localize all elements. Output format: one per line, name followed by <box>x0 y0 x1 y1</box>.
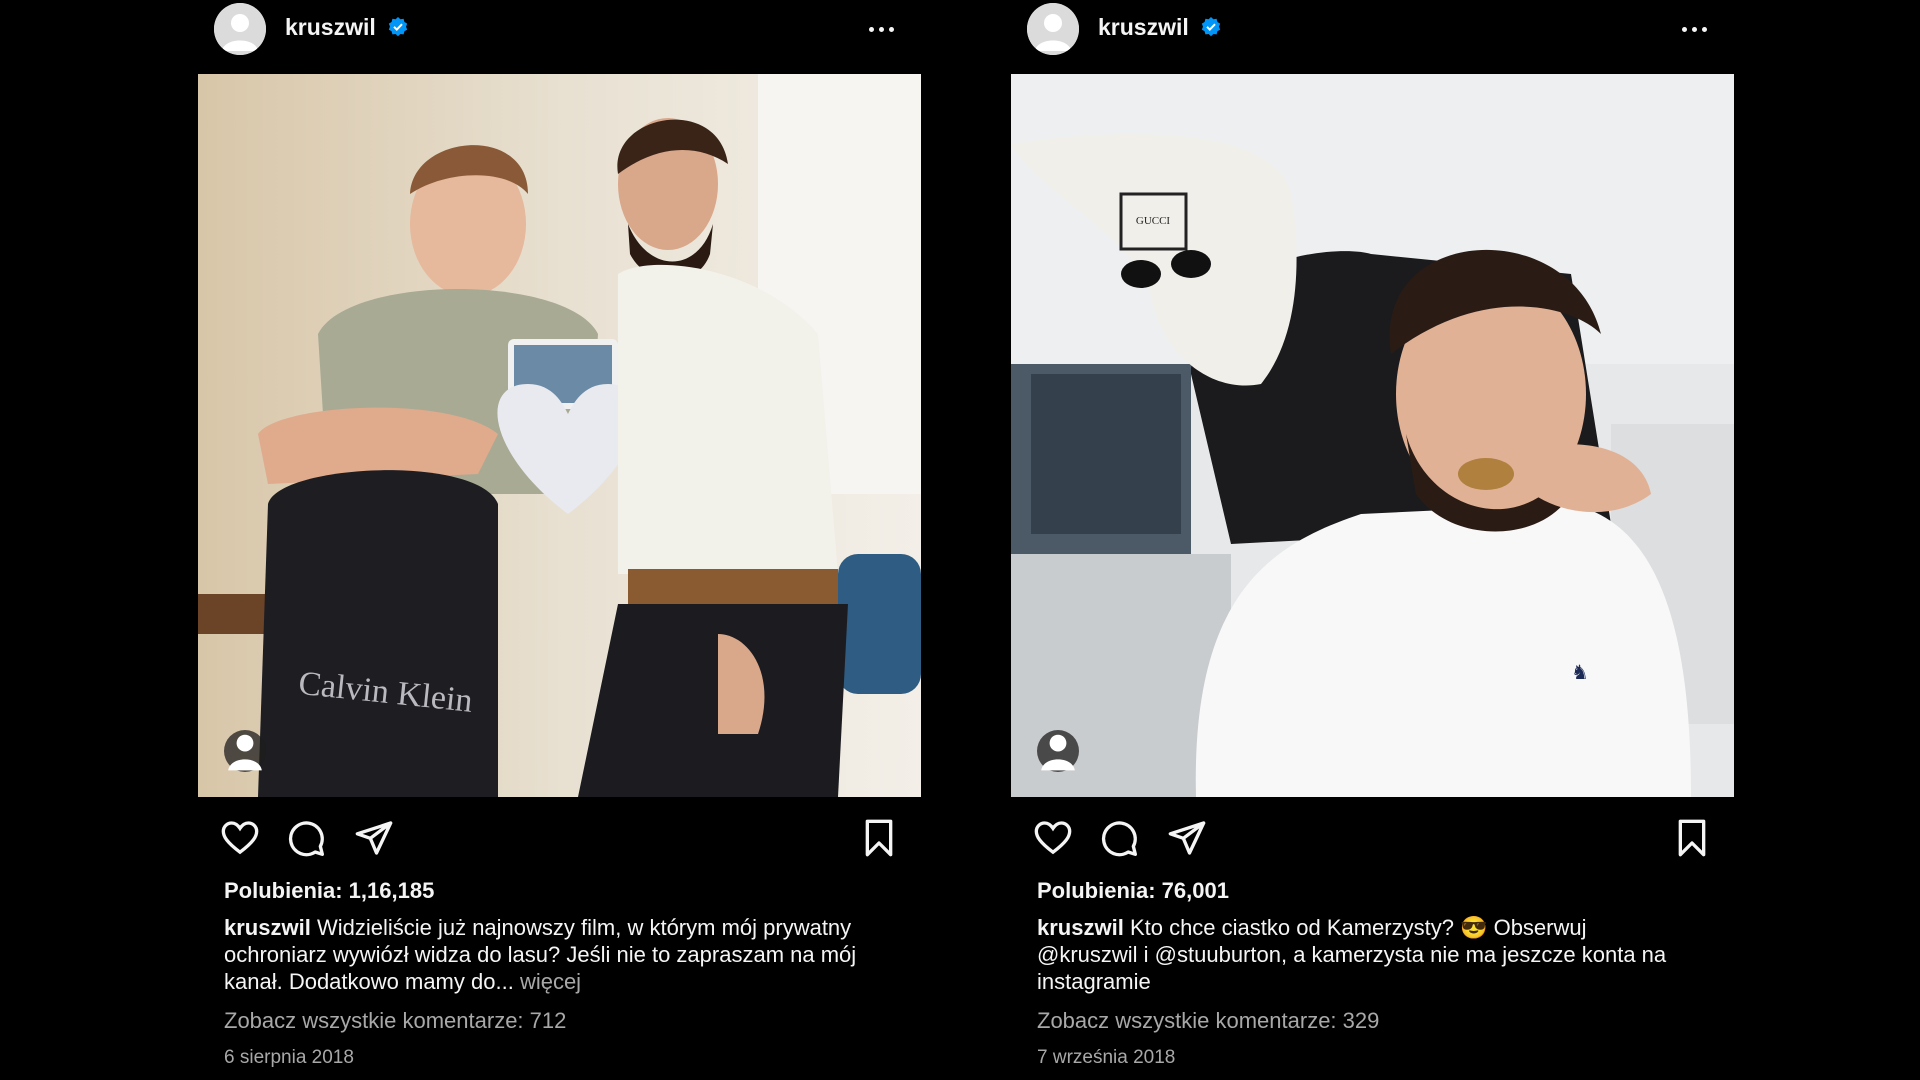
paper-plane-icon[interactable] <box>352 816 396 860</box>
likes-count[interactable]: Polubienia: 1,16,185 <box>224 878 434 904</box>
post-photo[interactable]: GUCCI ♞ <box>1011 74 1734 797</box>
person-tag-icon[interactable] <box>224 730 266 772</box>
instagram-post: kruszwil GUCCI ♞ Polubienia: 76,001 krus… <box>1011 0 1734 1080</box>
heart-icon[interactable] <box>1031 816 1075 860</box>
post-username[interactable]: kruszwil <box>285 14 408 41</box>
likes-count[interactable]: Polubienia: 76,001 <box>1037 878 1229 904</box>
more-options-icon[interactable] <box>861 14 901 44</box>
verified-badge-icon <box>1201 17 1221 37</box>
bookmark-icon[interactable] <box>857 816 901 860</box>
post-caption: kruszwil Kto chce ciastko od Kamerzysty?… <box>1037 914 1677 995</box>
post-date: 7 września 2018 <box>1037 1047 1176 1068</box>
comment-bubble-icon[interactable] <box>1097 816 1141 860</box>
more-options-icon[interactable] <box>1674 14 1714 44</box>
caption-username[interactable]: kruszwil <box>224 915 311 940</box>
post-caption: kruszwil Widzieliście już najnowszy film… <box>224 914 864 995</box>
view-comments-link[interactable]: Zobacz wszystkie komentarze: 329 <box>1037 1008 1379 1034</box>
verified-badge-icon <box>388 17 408 37</box>
post-actions <box>1011 812 1734 864</box>
post-header: kruszwil <box>1011 0 1734 60</box>
caption-text: Kto chce ciastko od Kamerzysty? 😎 Obserw… <box>1037 915 1667 994</box>
bookmark-icon[interactable] <box>1670 816 1714 860</box>
caption-more-link[interactable]: więcej <box>520 969 581 994</box>
post-username[interactable]: kruszwil <box>1098 14 1221 41</box>
person-tag-icon[interactable] <box>1037 730 1079 772</box>
view-comments-link[interactable]: Zobacz wszystkie komentarze: 712 <box>224 1008 566 1034</box>
svg-text:♞: ♞ <box>1571 662 1589 684</box>
post-actions <box>198 812 921 864</box>
paper-plane-icon[interactable] <box>1165 816 1209 860</box>
caption-username[interactable]: kruszwil <box>1037 915 1124 940</box>
heart-icon[interactable] <box>218 816 262 860</box>
instagram-post: kruszwil Calvin Klein Polubienia: 1,16,1… <box>198 0 921 1080</box>
avatar[interactable] <box>1027 3 1079 55</box>
avatar[interactable] <box>214 3 266 55</box>
username-text[interactable]: kruszwil <box>1098 14 1189 40</box>
comment-bubble-icon[interactable] <box>284 816 328 860</box>
username-text[interactable]: kruszwil <box>285 14 376 40</box>
photo-brand-text: GUCCI <box>1136 215 1171 227</box>
post-header: kruszwil <box>198 0 921 60</box>
post-photo[interactable]: Calvin Klein <box>198 74 921 797</box>
post-date: 6 sierpnia 2018 <box>224 1047 354 1068</box>
